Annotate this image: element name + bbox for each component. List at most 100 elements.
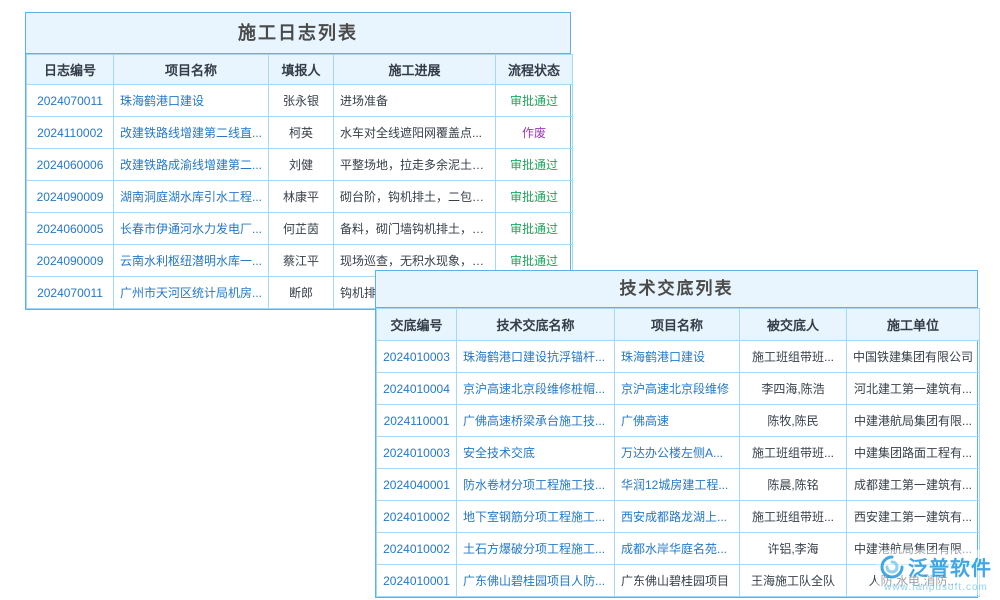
- reporter-cell: 蔡江平: [269, 245, 334, 277]
- project-cell[interactable]: 珠海鹤港口建设: [615, 341, 740, 373]
- id-cell[interactable]: 2024090009: [27, 181, 114, 213]
- table-row: 2024070011珠海鹤港口建设张永银进场准备审批通过: [27, 85, 573, 117]
- column-header-status: 流程状态: [496, 55, 573, 85]
- column-header-id: 交底编号: [377, 309, 457, 341]
- table-row: 2024060005长春市伊通河水力发电厂...何芷茵备料，砌门墙钩机排土，瓦.…: [27, 213, 573, 245]
- column-header-name: 技术交底名称: [457, 309, 615, 341]
- status-cell: 审批通过: [496, 149, 573, 181]
- table-row: 2024010002地下室钢筋分项工程施工...西安成都路龙湖上...施工班组带…: [377, 501, 980, 533]
- person-cell: 施工班组带班...: [740, 341, 847, 373]
- id-cell[interactable]: 2024060005: [27, 213, 114, 245]
- reporter-cell: 刘健: [269, 149, 334, 181]
- unit-cell: 成都建工第一建筑有...: [847, 469, 980, 501]
- status-cell: 审批通过: [496, 213, 573, 245]
- table-row: 2024010003安全技术交底万达办公楼左侧A...施工班组带班...中建集团…: [377, 437, 980, 469]
- name-cell[interactable]: 安全技术交底: [457, 437, 615, 469]
- project-cell[interactable]: 云南水利枢纽潜明水库一...: [114, 245, 269, 277]
- id-cell[interactable]: 2024010004: [377, 373, 457, 405]
- person-cell: 许铝,李海: [740, 533, 847, 565]
- unit-cell: 河北建工第一建筑有...: [847, 373, 980, 405]
- status-cell: 审批通过: [496, 85, 573, 117]
- progress-cell: 砌台阶，钩机排土，二包砌...: [334, 181, 496, 213]
- project-cell[interactable]: 京沪高速北京段维修: [615, 373, 740, 405]
- reporter-cell: 张永银: [269, 85, 334, 117]
- tech-disclosure-title: 技术交底列表: [376, 271, 977, 308]
- reporter-cell: 何芷茵: [269, 213, 334, 245]
- id-cell[interactable]: 2024010003: [377, 341, 457, 373]
- progress-cell: 平整场地，拉走多余泥土15...: [334, 149, 496, 181]
- construction-log-panel: 施工日志列表 日志编号项目名称填报人施工进展流程状态 2024070011珠海鹤…: [25, 12, 571, 310]
- id-cell[interactable]: 2024070011: [27, 277, 114, 309]
- person-cell: 陈晨,陈铭: [740, 469, 847, 501]
- construction-log-title: 施工日志列表: [26, 13, 570, 54]
- project-cell[interactable]: 广佛高速: [615, 405, 740, 437]
- name-cell[interactable]: 广东佛山碧桂园项目人防...: [457, 565, 615, 597]
- column-header-progress: 施工进展: [334, 55, 496, 85]
- name-cell[interactable]: 地下室钢筋分项工程施工...: [457, 501, 615, 533]
- project-cell[interactable]: 湖南洞庭湖水库引水工程...: [114, 181, 269, 213]
- person-cell: 王海施工队全队: [740, 565, 847, 597]
- reporter-cell: 柯英: [269, 117, 334, 149]
- person-cell: 李四海,陈浩: [740, 373, 847, 405]
- brand-row: 泛普软件: [880, 552, 992, 581]
- brand-url: www.fanpusoft.com: [880, 582, 992, 593]
- id-cell[interactable]: 2024010003: [377, 437, 457, 469]
- progress-cell: 备料，砌门墙钩机排土，瓦...: [334, 213, 496, 245]
- project-cell[interactable]: 珠海鹤港口建设: [114, 85, 269, 117]
- table-row: 2024010003珠海鹤港口建设抗浮锚杆...珠海鹤港口建设施工班组带班...…: [377, 341, 980, 373]
- status-cell: 审批通过: [496, 181, 573, 213]
- name-cell[interactable]: 广佛高速桥梁承台施工技...: [457, 405, 615, 437]
- status-cell: 作废: [496, 117, 573, 149]
- tech-disclosure-panel: 技术交底列表 交底编号技术交底名称项目名称被交底人施工单位 2024010003…: [375, 270, 978, 598]
- fanpu-watermark: 泛普软件 www.fanpusoft.com: [876, 550, 996, 595]
- project-cell[interactable]: 西安成都路龙湖上...: [615, 501, 740, 533]
- reporter-cell: 林康平: [269, 181, 334, 213]
- swirl-logo-icon: [880, 555, 904, 579]
- reporter-cell: 断郎: [269, 277, 334, 309]
- person-cell: 施工班组带班...: [740, 501, 847, 533]
- project-cell[interactable]: 成都水岸华庭名苑...: [615, 533, 740, 565]
- table-row: 2024090009湖南洞庭湖水库引水工程...林康平砌台阶，钩机排土，二包砌.…: [27, 181, 573, 213]
- id-cell[interactable]: 2024070011: [27, 85, 114, 117]
- column-header-person: 被交底人: [740, 309, 847, 341]
- project-cell[interactable]: 改建铁路线增建第二线直...: [114, 117, 269, 149]
- name-cell[interactable]: 土石方爆破分项工程施工...: [457, 533, 615, 565]
- project-cell[interactable]: 广州市天河区统计局机房...: [114, 277, 269, 309]
- brand-name: 泛普软件: [908, 552, 992, 581]
- log-table-header-row: 日志编号项目名称填报人施工进展流程状态: [27, 55, 573, 85]
- progress-cell: 进场准备: [334, 85, 496, 117]
- name-cell[interactable]: 京沪高速北京段维修桩帽...: [457, 373, 615, 405]
- column-header-id: 日志编号: [27, 55, 114, 85]
- person-cell: 陈牧,陈民: [740, 405, 847, 437]
- progress-cell: 水车对全线遮阳网覆盖点...: [334, 117, 496, 149]
- id-cell[interactable]: 2024010002: [377, 501, 457, 533]
- project-cell[interactable]: 长春市伊通河水力发电厂...: [114, 213, 269, 245]
- project-cell[interactable]: 华润12城房建工程...: [615, 469, 740, 501]
- id-cell[interactable]: 2024010001: [377, 565, 457, 597]
- person-cell: 施工班组带班...: [740, 437, 847, 469]
- column-header-project: 项目名称: [114, 55, 269, 85]
- table-row: 2024060006改建铁路成渝线增建第二...刘健平整场地，拉走多余泥土15.…: [27, 149, 573, 181]
- id-cell[interactable]: 2024090009: [27, 245, 114, 277]
- name-cell[interactable]: 珠海鹤港口建设抗浮锚杆...: [457, 341, 615, 373]
- unit-cell: 中国铁建集团有限公司: [847, 341, 980, 373]
- unit-cell: 中建集团路面工程有...: [847, 437, 980, 469]
- id-cell[interactable]: 2024110001: [377, 405, 457, 437]
- id-cell[interactable]: 2024010002: [377, 533, 457, 565]
- project-cell[interactable]: 改建铁路成渝线增建第二...: [114, 149, 269, 181]
- id-cell[interactable]: 2024040001: [377, 469, 457, 501]
- table-row: 2024010004京沪高速北京段维修桩帽...京沪高速北京段维修李四海,陈浩河…: [377, 373, 980, 405]
- unit-cell: 中建港航局集团有限...: [847, 405, 980, 437]
- id-cell[interactable]: 2024060006: [27, 149, 114, 181]
- page: 施工日志列表 日志编号项目名称填报人施工进展流程状态 2024070011珠海鹤…: [0, 0, 1000, 600]
- column-header-project: 项目名称: [615, 309, 740, 341]
- table-row: 2024110002改建铁路线增建第二线直...柯英水车对全线遮阳网覆盖点...…: [27, 117, 573, 149]
- name-cell[interactable]: 防水卷材分项工程施工技...: [457, 469, 615, 501]
- table-row: 2024040001防水卷材分项工程施工技...华润12城房建工程...陈晨,陈…: [377, 469, 980, 501]
- id-cell[interactable]: 2024110002: [27, 117, 114, 149]
- column-header-unit: 施工单位: [847, 309, 980, 341]
- project-cell[interactable]: 万达办公楼左侧A...: [615, 437, 740, 469]
- table-row: 2024110001广佛高速桥梁承台施工技...广佛高速陈牧,陈民中建港航局集团…: [377, 405, 980, 437]
- project-cell: 广东佛山碧桂园项目: [615, 565, 740, 597]
- unit-cell: 西安建工第一建筑有...: [847, 501, 980, 533]
